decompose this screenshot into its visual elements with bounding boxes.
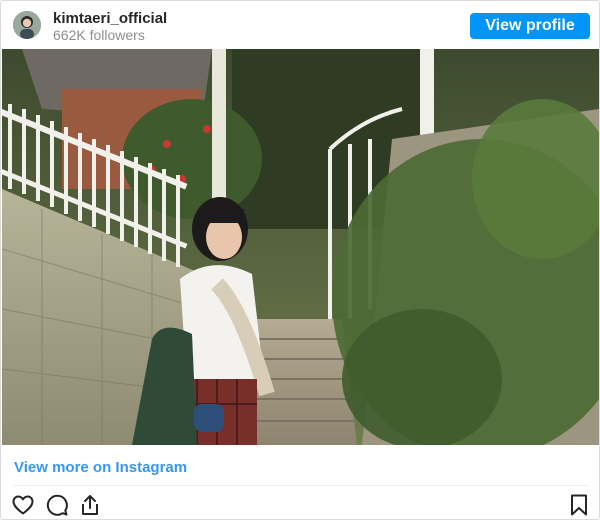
bookmark-icon [571, 494, 587, 516]
comment-icon [46, 494, 68, 516]
username[interactable]: kimtaeri_official [53, 10, 167, 27]
view-profile-button[interactable]: View profile [470, 13, 590, 39]
like-button[interactable] [11, 493, 35, 517]
divider [13, 485, 589, 486]
followers-count: 662K followers [53, 27, 145, 43]
instagram-embed-card: kimtaeri_official 662K followers View pr… [0, 0, 600, 520]
avatar-image [13, 11, 41, 39]
share-button[interactable] [78, 493, 102, 517]
heart-icon [12, 495, 34, 515]
post-photo-illustration [2, 49, 599, 445]
post-photo[interactable] [2, 49, 599, 445]
comment-button[interactable] [45, 493, 69, 517]
post-header: kimtaeri_official 662K followers View pr… [1, 1, 599, 49]
share-icon [82, 495, 98, 515]
view-more-link[interactable]: View more on Instagram [14, 459, 187, 476]
save-button[interactable] [567, 493, 591, 517]
avatar[interactable] [13, 11, 41, 39]
